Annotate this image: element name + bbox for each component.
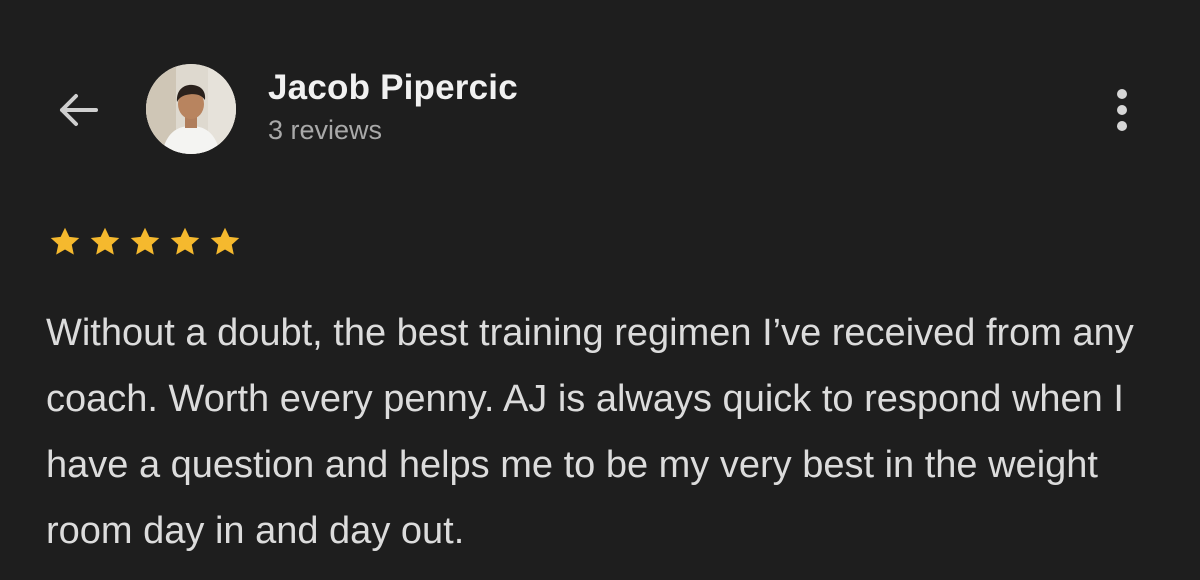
star-icon	[90, 227, 120, 255]
review-text: Without a doubt, the best training regim…	[46, 312, 1134, 552]
review-count: 3 reviews	[268, 115, 383, 145]
avatar[interactable]	[146, 64, 236, 154]
star-icon	[130, 227, 160, 255]
more-vertical-icon	[1117, 89, 1127, 99]
review-screen: Jacob Pipercic 3 reviews Without a doubt…	[0, 0, 1200, 580]
back-button[interactable]	[48, 82, 108, 138]
star-icon	[170, 227, 200, 255]
more-vertical-icon-dot	[1117, 105, 1127, 115]
more-options-button[interactable]	[1098, 80, 1146, 140]
reviewer-name[interactable]: Jacob Pipercic	[268, 66, 518, 110]
star-icon	[210, 227, 240, 255]
star-rating	[46, 224, 244, 260]
profile-photo	[146, 64, 236, 154]
star-icon	[50, 227, 80, 255]
arrow-left-icon	[60, 94, 98, 126]
reviewer-info: Jacob Pipercic 3 reviews	[268, 66, 518, 148]
more-vertical-icon-dot	[1117, 121, 1127, 131]
